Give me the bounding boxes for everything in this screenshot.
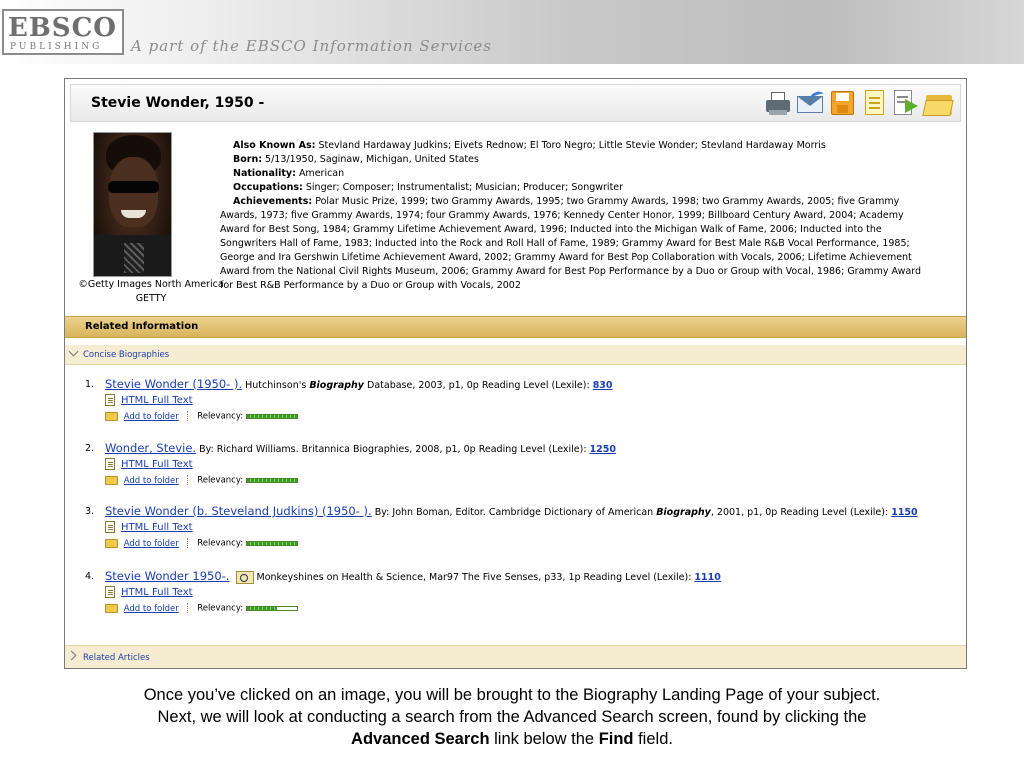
relevancy-label: Relevancy:: [197, 475, 244, 486]
result-title-link[interactable]: Stevie Wonder (b. Steveland Judkins) (19…: [105, 504, 372, 518]
save-icon[interactable]: [828, 89, 856, 117]
record-title: Stevie Wonder, 1950 -: [91, 95, 265, 111]
caption-line2: Next, we will look at conducting a searc…: [157, 708, 867, 726]
born-label: Born:: [233, 154, 263, 165]
result-source: Monkeyshines on Health & Science, Mar97 …: [256, 572, 695, 583]
folder-icon[interactable]: [922, 89, 954, 117]
lexile-link[interactable]: 1250: [590, 444, 616, 455]
record-toolbar: [764, 89, 954, 119]
chevron-right-icon: [66, 650, 77, 661]
relevancy-label: Relevancy:: [197, 603, 244, 614]
occupations-row: Occupations: Singer; Composer; Instrumen…: [220, 181, 936, 195]
html-full-text-link[interactable]: HTML Full Text: [121, 395, 193, 406]
relevancy-bar: [245, 540, 298, 546]
achievements-value: Polar Music Prize, 1999; two Grammy Awar…: [220, 196, 922, 291]
nationality-value: American: [298, 168, 345, 179]
chevron-down-icon: [68, 346, 79, 357]
notes-icon[interactable]: [860, 89, 888, 117]
full-text-doc-icon: [105, 586, 115, 598]
result-title-link[interactable]: Stevie Wonder (1950- ).: [105, 377, 242, 391]
result-number: 3.: [85, 506, 95, 517]
caption-line3: Advanced Search link below the Find fiel…: [351, 730, 673, 748]
result-title-link[interactable]: Wonder, Stevie.: [105, 441, 196, 455]
related-articles-label[interactable]: Related Articles: [83, 653, 150, 663]
logo-main-text: EBSCO: [8, 13, 117, 43]
add-folder-icon: [105, 538, 118, 548]
result-source: Hutchinson's Biography Database, 2003, p…: [245, 380, 593, 391]
printer-icon[interactable]: [764, 89, 792, 117]
lexile-link[interactable]: 830: [593, 380, 613, 391]
photo-credit-line1: ©Getty Images North America: [78, 279, 224, 290]
biography-landing-frame: Stevie Wonder, 1950 - ©Getty Images Nort…: [64, 78, 967, 669]
add-to-folder-link[interactable]: Add to folder: [124, 604, 179, 614]
email-icon[interactable]: [796, 89, 826, 117]
lexile-link[interactable]: 1110: [694, 572, 720, 583]
related-information-label: Related Information: [85, 321, 199, 332]
full-text-doc-icon: [105, 521, 115, 533]
achievements-label: Achievements:: [233, 196, 313, 207]
full-text-doc-icon: [105, 394, 115, 406]
add-to-folder-link[interactable]: Add to folder: [124, 476, 179, 486]
caption-line1: Once you’ve clicked on an image, you wil…: [143, 686, 881, 704]
result-title-link[interactable]: Stevie Wonder 1950-.: [105, 569, 229, 583]
result-source: By: Richard Williams. Britannica Biograp…: [199, 444, 590, 455]
html-full-text-link[interactable]: HTML Full Text: [121, 587, 193, 598]
born-row: Born: 5/13/1950, Saginaw, Michigan, Unit…: [220, 153, 936, 167]
slide-caption: Once you’ve clicked on an image, you wil…: [40, 684, 984, 750]
html-full-text-link[interactable]: HTML Full Text: [121, 459, 193, 470]
full-text-doc-icon: [105, 458, 115, 470]
add-folder-icon: [105, 411, 118, 421]
ebsco-banner: EBSCO PUBLISHING A part of the EBSCO Inf…: [0, 0, 1024, 64]
logo-sub-text: PUBLISHING: [10, 42, 103, 52]
aka-label: Also Known As:: [233, 140, 316, 151]
result-source: By: John Boman, Editor. Cambridge Dictio…: [374, 507, 892, 518]
ebsco-logo: EBSCO PUBLISHING: [2, 9, 124, 55]
aka-row: Also Known As: Stevland Hardaway Judkins…: [220, 139, 936, 153]
result-number: 2.: [85, 443, 95, 454]
aka-value: Stevland Hardaway Judkins; Eivets Rednow…: [318, 140, 826, 151]
result-number: 1.: [85, 379, 95, 390]
caption-bold-find: Find: [598, 730, 634, 748]
nationality-label: Nationality:: [233, 168, 296, 179]
photo-credit: ©Getty Images North America GETTY: [71, 278, 231, 306]
related-information-header: Related Information: [65, 316, 966, 338]
born-value: 5/13/1950, Saginaw, Michigan, United Sta…: [265, 154, 479, 165]
banner-tagline: A part of the EBSCO Information Services: [131, 37, 492, 55]
add-folder-icon: [105, 475, 118, 485]
add-to-folder-link[interactable]: Add to folder: [124, 412, 179, 422]
relevancy-bar: [245, 477, 298, 483]
relevancy-bar: [245, 605, 298, 611]
concise-biographies-label[interactable]: Concise Biographies: [83, 350, 169, 360]
biography-details: Also Known As: Stevland Hardaway Judkins…: [220, 139, 936, 293]
lexile-link[interactable]: 1150: [891, 507, 917, 518]
subject-photo: [93, 132, 172, 277]
nationality-row: Nationality: American: [220, 167, 936, 181]
photo-credit-line2: GETTY: [135, 293, 167, 304]
record-title-bar: Stevie Wonder, 1950 -: [70, 84, 961, 122]
relevancy-label: Relevancy:: [197, 538, 244, 549]
occupations-label: Occupations:: [233, 182, 303, 193]
add-folder-icon: [105, 603, 118, 613]
related-articles-toggle[interactable]: Related Articles: [65, 645, 966, 668]
html-full-text-link[interactable]: HTML Full Text: [121, 522, 193, 533]
concise-biographies-toggle[interactable]: Concise Biographies: [65, 345, 966, 365]
occupations-value: Singer; Composer; Instrumentalist; Music…: [305, 182, 624, 193]
preview-magnifier-icon[interactable]: [235, 571, 254, 584]
relevancy-bar: [245, 413, 298, 419]
achievements-row: Achievements: Polar Music Prize, 1999; t…: [220, 195, 936, 293]
result-number: 4.: [85, 571, 95, 582]
add-to-folder-link[interactable]: Add to folder: [124, 539, 179, 549]
export-icon[interactable]: [892, 89, 920, 117]
caption-bold-advanced-search: Advanced Search: [351, 730, 490, 748]
relevancy-label: Relevancy:: [197, 411, 244, 422]
